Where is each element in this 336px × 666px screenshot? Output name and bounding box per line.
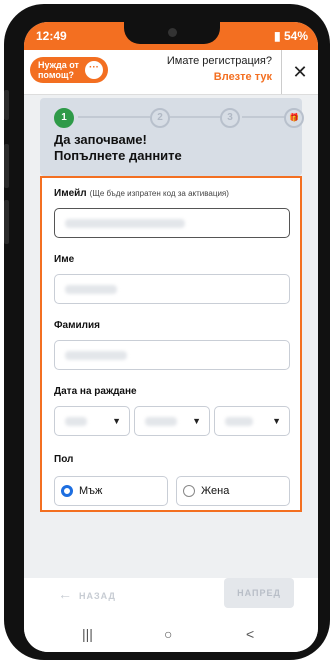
step-connector	[170, 116, 222, 118]
step-1: 1	[54, 108, 74, 128]
wizard-footer: ← НАЗАД НАПРЕД	[24, 578, 318, 618]
last-name-value-redacted	[65, 351, 127, 360]
screen: 12:49 ▮ 54% Нужда от помощ? ··· Имате ре…	[24, 22, 318, 652]
help-label: Нужда от помощ?	[38, 60, 79, 80]
back-label: НАЗАД	[79, 591, 116, 601]
birth-year-select[interactable]: ▼	[214, 406, 290, 436]
status-bar: 12:49 ▮ 54%	[24, 22, 318, 50]
birth-month-redacted	[145, 417, 177, 426]
gender-label: Пол	[54, 454, 74, 465]
registration-form: Имейл (Ще бъде изпратен код за активация)…	[40, 176, 302, 512]
first-name-value-redacted	[65, 285, 117, 294]
step-2: 2	[150, 108, 170, 128]
email-hint: (Ще бъде изпратен код за активация)	[89, 189, 229, 198]
power-button	[4, 200, 9, 244]
camera-icon	[168, 28, 177, 37]
step-connector	[242, 116, 286, 118]
birth-day-redacted	[65, 417, 87, 426]
email-label-text: Имейл	[54, 188, 87, 199]
home-icon[interactable]: ○	[164, 626, 172, 642]
registration-question: Имате регистрация?	[166, 55, 272, 67]
status-right: ▮ 54%	[274, 29, 308, 43]
status-time: 12:49	[36, 29, 67, 43]
volume-down-button	[4, 144, 9, 188]
first-name-label: Име	[54, 254, 75, 265]
battery-level: 54%	[283, 29, 308, 43]
last-name-field[interactable]	[54, 340, 290, 370]
recents-icon[interactable]: |||	[82, 626, 93, 642]
arrow-left-icon: ←	[58, 586, 73, 602]
battery-icon: ▮	[274, 29, 281, 43]
back-button[interactable]: ← НАЗАД	[58, 586, 116, 602]
radio-unselected-icon	[183, 485, 195, 497]
birth-day-select[interactable]: ▼	[54, 406, 130, 436]
help-button[interactable]: Нужда от помощ? ···	[30, 57, 108, 83]
birth-year-redacted	[225, 417, 253, 426]
top-bar: Нужда от помощ? ··· Имате регистрация? В…	[24, 50, 318, 95]
stepper-title-line2: Попълнете данните	[54, 148, 182, 163]
chevron-down-icon: ▼	[272, 416, 281, 426]
birth-month-select[interactable]: ▼	[134, 406, 210, 436]
email-field[interactable]	[54, 208, 290, 238]
stepper-title: Да започваме! Попълнете данните	[54, 132, 182, 164]
birthdate-label: Дата на раждане	[54, 386, 137, 397]
gift-icon: 🎁	[284, 108, 304, 128]
stepper-title-line1: Да започваме!	[54, 132, 147, 147]
gender-male-label: Мъж	[79, 485, 103, 497]
email-value-redacted	[65, 219, 185, 228]
step-connector	[78, 116, 150, 118]
email-label: Имейл (Ще бъде изпратен код за активация)	[54, 188, 229, 199]
chevron-down-icon: ▼	[192, 416, 201, 426]
phone-frame: 12:49 ▮ 54% Нужда от помощ? ··· Имате ре…	[4, 4, 330, 660]
progress-stepper: 1 2 3 🎁 Да започваме! Попълнете данните	[40, 98, 304, 176]
chevron-down-icon: ▼	[112, 416, 121, 426]
chat-bubble-icon: ···	[85, 61, 103, 79]
next-button[interactable]: НАПРЕД	[224, 578, 294, 608]
android-nav-bar: ||| ○ <	[24, 618, 318, 652]
radio-selected-icon	[61, 485, 73, 497]
volume-up-button	[4, 90, 9, 120]
last-name-label: Фамилия	[54, 320, 100, 331]
gender-female-label: Жена	[201, 485, 230, 497]
gender-female-radio[interactable]: Жена	[176, 476, 290, 506]
first-name-field[interactable]	[54, 274, 290, 304]
gender-male-radio[interactable]: Мъж	[54, 476, 168, 506]
close-icon[interactable]: ✕	[281, 50, 318, 94]
login-link[interactable]: Влезте тук	[214, 71, 272, 83]
step-3: 3	[220, 108, 240, 128]
camera-notch	[124, 22, 220, 44]
back-nav-icon[interactable]: <	[246, 626, 254, 642]
